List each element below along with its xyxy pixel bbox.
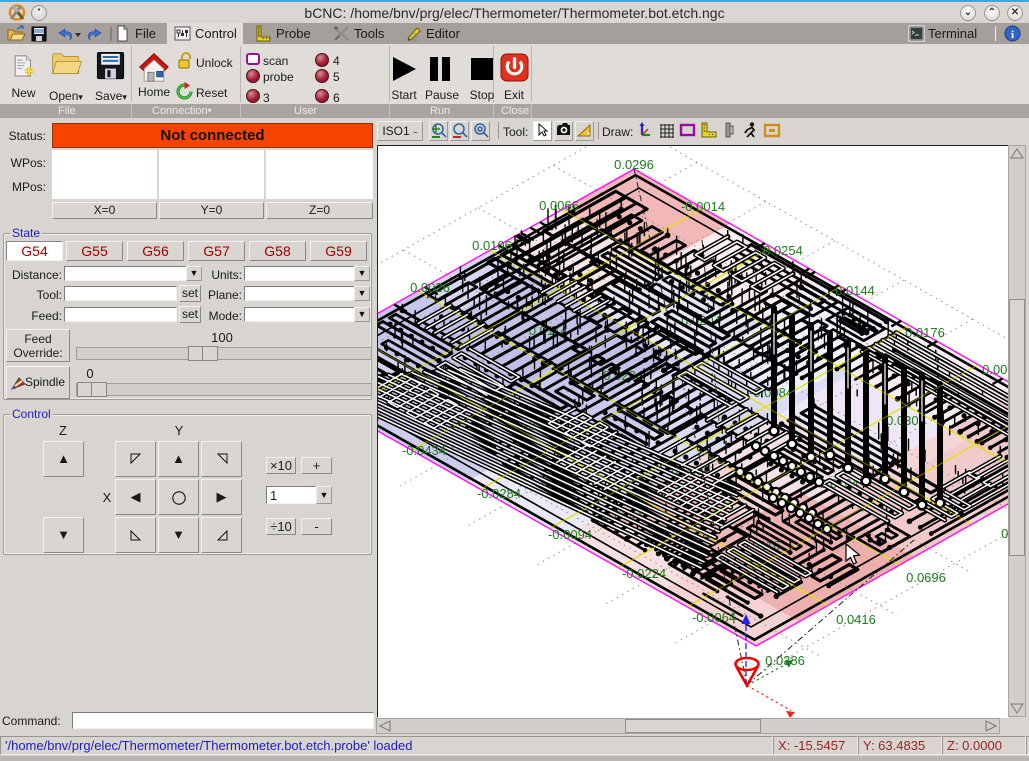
svg-text:-0.0434: -0.0434 [402, 443, 446, 458]
svg-text:0.0026: 0.0026 [410, 280, 450, 295]
svg-text:0.0386: 0.0386 [765, 653, 805, 668]
svg-text:0.0696: 0.0696 [906, 570, 946, 585]
svg-text:-0.0014: -0.0014 [681, 199, 725, 214]
svg-text:i: i [1011, 29, 1014, 41]
svg-text:0.0106: 0.0106 [472, 238, 512, 253]
svg-text:-0.0224: -0.0224 [622, 566, 666, 581]
svg-text:0.0144: 0.0144 [835, 283, 875, 298]
svg-text:0.0066: 0.0066 [539, 198, 579, 213]
svg-text:0.0176: 0.0176 [905, 325, 945, 340]
svg-text:-0.0284: -0.0284 [477, 486, 521, 501]
svg-text:-0.0094: -0.0094 [548, 527, 592, 542]
svg-text:0.0034: 0.0034 [982, 362, 1009, 377]
svg-text:0.0416: 0.0416 [836, 612, 876, 627]
svg-text:0.0296: 0.0296 [614, 157, 654, 172]
svg-text:-0.0064: -0.0064 [692, 610, 736, 625]
svg-text:0.0254: 0.0254 [763, 243, 803, 258]
